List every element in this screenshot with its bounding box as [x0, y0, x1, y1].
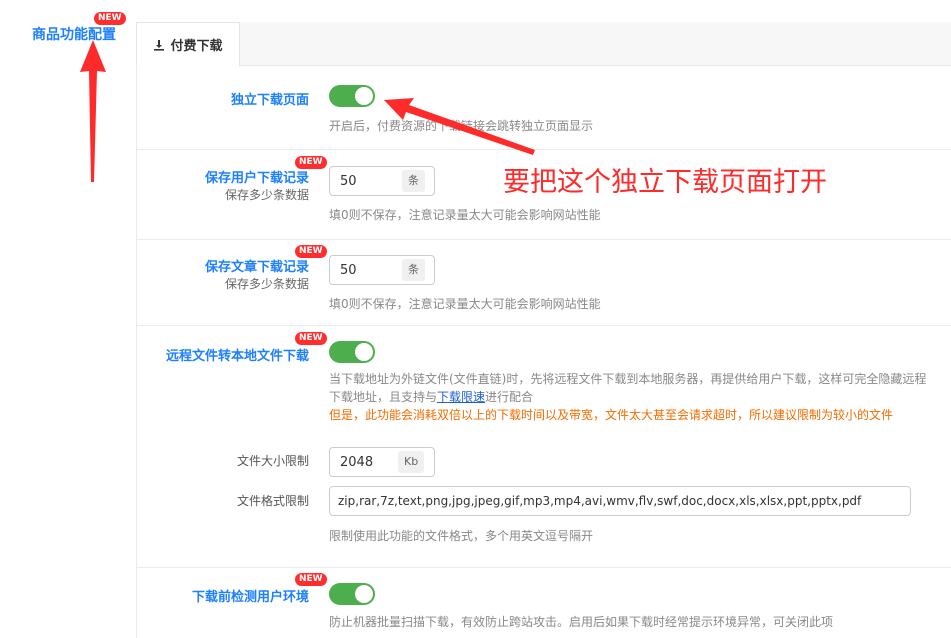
download-icon: [154, 39, 165, 51]
unit-addon: 条: [402, 170, 425, 192]
setting-row-remote-to-local: NEW 远程文件转本地文件下载 当下载地址为外链文件(文件直链)时，先将远程文件…: [137, 326, 951, 568]
format-limit-input[interactable]: [329, 486, 911, 516]
setting-help: 填0则不保存，注意记录量太大可能会影响网站性能: [329, 297, 601, 311]
standalone-page-toggle[interactable]: [329, 85, 375, 107]
help-text: 进行配合: [485, 390, 534, 404]
setting-row-save-post-records: NEW 保存文章下载记录 保存多少条数据 条 填0则不保存，注意记录量太大可能会…: [137, 240, 951, 326]
toggle-knob: [355, 343, 373, 361]
toggle-knob: [355, 87, 373, 105]
setting-help: 防止机器批量扫描下载，有效防止跨站攻击。启用后如果下载时经常提示环境异常，可关闭…: [329, 615, 834, 629]
setting-sublabel: 保存多少条数据: [224, 277, 309, 291]
annotation-text: 要把这个独立下载页面打开: [503, 167, 827, 198]
setting-row-standalone-page: 独立下载页面 开启后，付费资源的下载链接会跳转独立页面显示: [137, 67, 951, 150]
unit-addon: Kb: [398, 451, 425, 473]
setting-help: 填0则不保存，注意记录量太大可能会影响网站性能: [329, 208, 601, 222]
post-records-input[interactable]: [330, 256, 402, 284]
app-root: 商品功能配置 NEW 付费下载 独立下载页面 开启后，付费资源的下载链接会跳转独…: [0, 0, 951, 638]
setting-row-env-check: NEW 下载前检测用户环境 防止机器批量扫描下载，有效防止跨站攻击。启用后如果下…: [137, 568, 951, 638]
setting-sublabel: 保存多少条数据: [224, 188, 309, 202]
sidebar: 商品功能配置 NEW: [0, 0, 133, 638]
setting-label: 保存用户下载记录: [204, 171, 309, 186]
speed-limit-link[interactable]: 下载限速: [437, 390, 485, 404]
size-limit-label: 文件大小限制: [236, 454, 309, 468]
setting-help: 当下载地址为外链文件(文件直链)时，先将远程文件下载到本地服务器，再提供给用户下…: [329, 370, 931, 406]
new-badge: NEW: [295, 332, 327, 345]
unit-addon: 条: [402, 259, 425, 281]
setting-label: 独立下载页面: [230, 93, 309, 108]
size-limit-input-group: Kb: [329, 447, 435, 477]
user-records-input-group: 条: [329, 166, 435, 196]
new-badge: NEW: [295, 573, 327, 586]
setting-label: 保存文章下载记录: [204, 260, 309, 275]
help-text: 当下载地址为外链文件(文件直链)时，先将远程文件下载到本地服务器，再提供给用户下…: [329, 372, 927, 404]
tab-strip: [136, 22, 951, 66]
tab-label: 付费下载: [170, 39, 223, 54]
sidebar-item-label: 商品功能配置: [32, 27, 116, 43]
format-limit-label: 文件格式限制: [236, 494, 309, 508]
setting-help: 限制使用此功能的文件格式，多个用英文逗号隔开: [329, 529, 594, 543]
panel-body: 独立下载页面 开启后，付费资源的下载链接会跳转独立页面显示 NEW 保存用户下载…: [136, 67, 951, 638]
env-check-toggle[interactable]: [329, 583, 375, 605]
size-limit-input[interactable]: [330, 448, 398, 476]
user-records-input[interactable]: [330, 167, 402, 195]
new-badge: NEW: [94, 12, 126, 25]
setting-label: 下载前检测用户环境: [191, 590, 309, 605]
post-records-input-group: 条: [329, 255, 435, 285]
tab-paid-download[interactable]: 付费下载: [136, 22, 240, 67]
setting-help: 开启后，付费资源的下载链接会跳转独立页面显示: [329, 119, 594, 133]
remote-to-local-toggle[interactable]: [329, 341, 375, 363]
toggle-knob: [355, 585, 373, 603]
setting-label: 远程文件转本地文件下载: [165, 349, 309, 364]
setting-warning: 但是，此功能会消耗双倍以上的下载时间以及带宽，文件太大甚至会请求超时，所以建议限…: [329, 408, 894, 422]
settings-panel: 付费下载 独立下载页面 开启后，付费资源的下载链接会跳转独立页面显示 NEW 保…: [136, 22, 951, 638]
sidebar-item-product-config[interactable]: 商品功能配置: [32, 24, 116, 44]
